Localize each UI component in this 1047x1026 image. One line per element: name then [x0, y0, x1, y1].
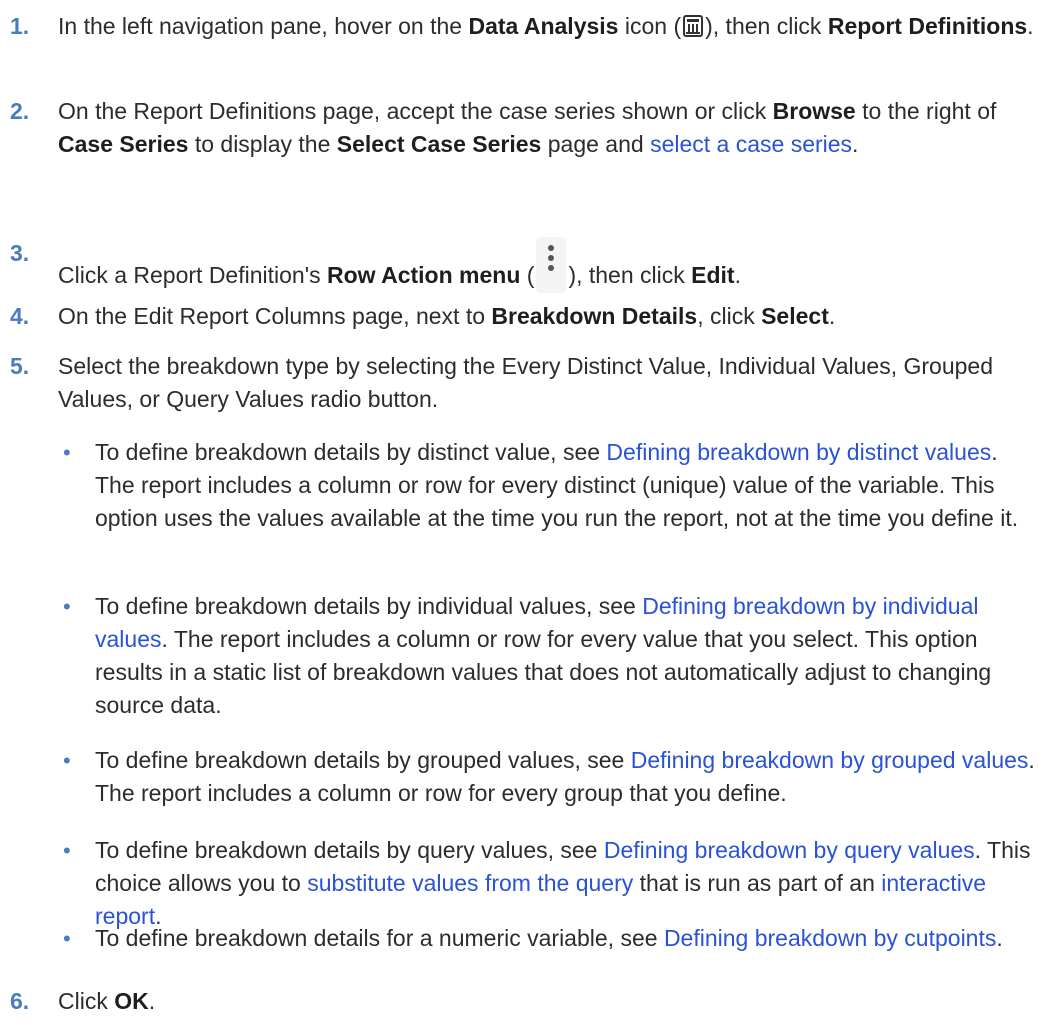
- bullet-glyph: •: [63, 440, 71, 465]
- data-analysis-icon: [683, 13, 704, 46]
- bullet-glyph: •: [63, 748, 71, 773]
- step-number: 2.: [10, 98, 30, 124]
- bullet-text: To define breakdown details by distinct …: [95, 439, 1019, 531]
- grouped-values-link[interactable]: Defining breakdown by grouped values: [631, 747, 1029, 773]
- step-text: Click a Report Definition's Row Action m…: [58, 237, 1040, 293]
- procedure-document: 1. In the left navigation pane, hover on…: [0, 0, 1047, 1026]
- bullet-glyph: •: [63, 926, 71, 951]
- step-text: In the left navigation pane, hover on th…: [58, 10, 1040, 46]
- bullet-text: To define breakdown details by grouped v…: [95, 747, 1035, 806]
- step-number: 4.: [10, 303, 30, 329]
- bullet-glyph: •: [63, 594, 71, 619]
- step-number: 3.: [10, 240, 30, 266]
- query-values-link[interactable]: Defining breakdown by query values: [604, 837, 975, 863]
- step-text: On the Report Definitions page, accept t…: [58, 98, 997, 157]
- step-text: Select the breakdown type by selecting t…: [58, 353, 994, 412]
- step-text: On the Edit Report Columns page, next to…: [58, 303, 836, 329]
- bullet-glyph: •: [63, 838, 71, 863]
- substitute-values-link[interactable]: substitute values from the query: [307, 870, 633, 896]
- case-series-label: Case Series: [58, 131, 189, 157]
- select-label: Select: [761, 303, 829, 329]
- edit-label: Edit: [691, 262, 735, 288]
- bullet-text: To define breakdown details by query val…: [95, 837, 1031, 929]
- row-action-menu-label: Row Action menu: [327, 262, 521, 288]
- bullet-text: To define breakdown details by individua…: [95, 593, 992, 718]
- step-number: 5.: [10, 353, 30, 379]
- browse-label: Browse: [772, 98, 856, 124]
- select-a-case-series-link[interactable]: select a case series: [650, 131, 852, 157]
- kebab-menu-icon: [536, 237, 567, 293]
- bullet-text: To define breakdown details for a numeri…: [95, 925, 1003, 951]
- breakdown-details-label: Breakdown Details: [491, 303, 698, 329]
- ok-label: OK: [114, 988, 149, 1014]
- step-text: Click OK.: [58, 988, 156, 1014]
- report-definitions-label: Report Definitions: [827, 13, 1028, 39]
- data-analysis-label: Data Analysis: [468, 13, 619, 39]
- step-number: 1.: [10, 13, 30, 39]
- step-number: 6.: [10, 988, 30, 1014]
- cutpoints-link[interactable]: Defining breakdown by cutpoints: [664, 925, 996, 951]
- distinct-values-link[interactable]: Defining breakdown by distinct values: [606, 439, 991, 465]
- select-case-series-label: Select Case Series: [336, 131, 542, 157]
